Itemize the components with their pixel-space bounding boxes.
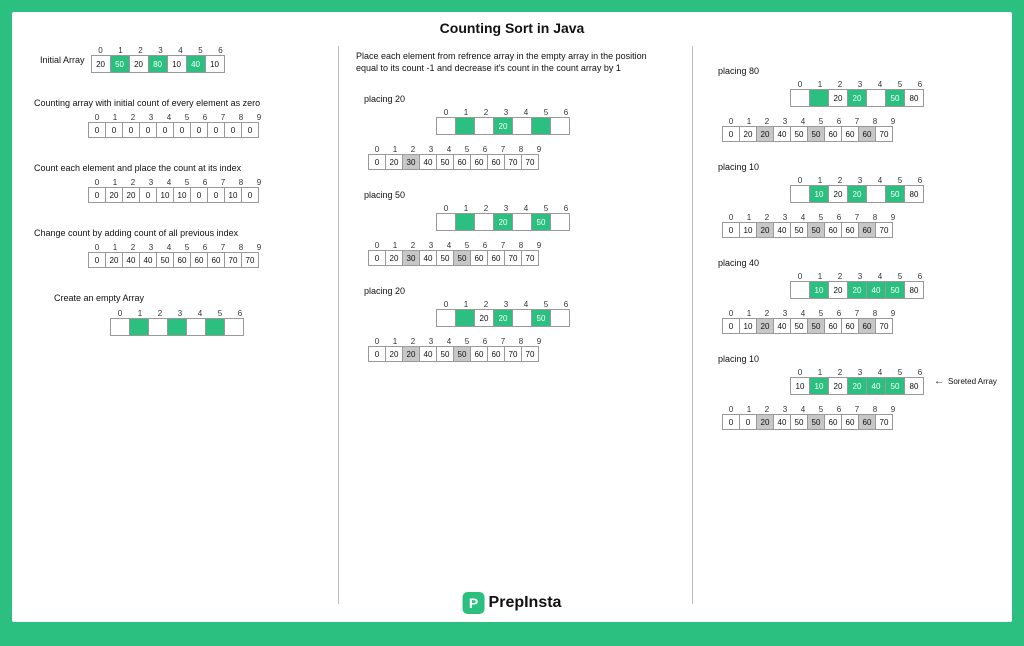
placement-intro: Place each element from refrence array i… <box>356 50 668 74</box>
column-1: Initial Array 012345620502080104010 Coun… <box>34 46 332 362</box>
page-title: Counting Sort in Java <box>12 12 1012 36</box>
logo-mark-icon: P <box>463 592 485 614</box>
initial-array-label: Initial Array <box>40 55 85 65</box>
count-array-step: 0123456789002040505060606070 <box>722 405 902 430</box>
step-label: placing 10 <box>718 354 759 364</box>
column-2: Place each element from refrence array i… <box>348 46 686 376</box>
sorted-array-label: Soreted Array <box>948 377 997 386</box>
count-array-step: 01234567890102040505060606070 <box>722 213 902 238</box>
count-array-label: Count each element and place the count a… <box>34 162 332 174</box>
count-array: 0123456789020200101000100 <box>88 178 268 203</box>
step-label: placing 80 <box>718 66 759 76</box>
divider-1 <box>338 46 339 604</box>
empty-array: 0123456 <box>110 309 250 336</box>
output-array: 01234562050 <box>436 204 576 231</box>
logo-text: PrepInsta <box>489 594 562 612</box>
prepinsta-logo: P PrepInsta <box>463 592 562 614</box>
col3-steps: placing 80 012345620205080 012345678902020… <box>702 60 1004 430</box>
zero-array-label: Counting array with initial count of eve… <box>34 97 332 109</box>
output-array: 0123456202050 <box>436 300 576 327</box>
output-array: 012345610102020405080 <box>790 368 930 395</box>
empty-array-label: Create an empty Array <box>54 292 332 304</box>
initial-array: 012345620502080104010 <box>91 46 231 73</box>
count-array-step: 01234567890203040505060607070 <box>368 241 548 266</box>
column-3: placing 80 012345620205080 012345678902020… <box>702 46 1004 444</box>
cumulative-array: 01234567890204040506060607070 <box>88 243 268 268</box>
diagram-frame: Counting Sort in Java Initial Array 0123… <box>12 12 1012 622</box>
output-array: 012345620205080 <box>790 80 930 107</box>
col2-steps: placing 20 012345620 012345678902030405060… <box>348 88 686 362</box>
count-array-step: 01234567890102040505060606070 <box>722 309 902 334</box>
step-label: placing 40 <box>718 258 759 268</box>
step-label: placing 50 <box>364 190 405 200</box>
count-array-step: 01234567890202040505060606070 <box>722 117 902 142</box>
step-label: placing 20 <box>364 94 405 104</box>
count-array-step: 01234567890203040506060607070 <box>368 145 548 170</box>
output-array: 0123456102020405080 <box>790 272 930 299</box>
divider-2 <box>692 46 693 604</box>
step-label: placing 20 <box>364 286 405 296</box>
cumulative-array-label: Change count by adding count of all prev… <box>34 227 332 239</box>
arrow-left-icon: ← <box>934 376 944 387</box>
step-label: placing 10 <box>718 162 759 172</box>
output-array: 01234561020205080 <box>790 176 930 203</box>
output-array: 012345620 <box>436 108 576 135</box>
zero-array: 01234567890000000000 <box>88 113 268 138</box>
count-array-step: 01234567890202040505060607070 <box>368 337 548 362</box>
